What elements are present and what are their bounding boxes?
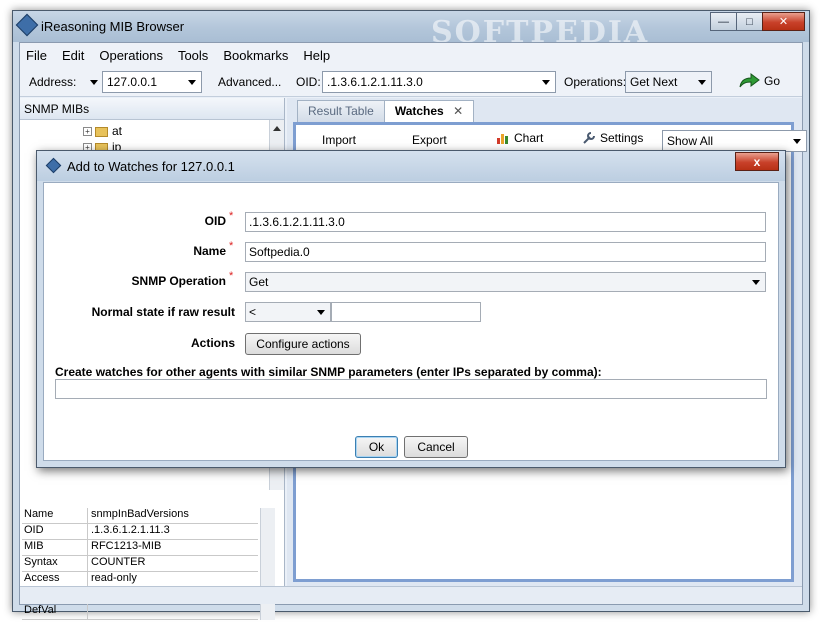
other-agents-field[interactable] — [55, 379, 767, 399]
table-row: Syntax COUNTER — [22, 556, 258, 572]
required-marker: * — [229, 270, 234, 282]
chevron-down-icon — [698, 80, 706, 85]
advanced-button[interactable]: Advanced... — [218, 75, 281, 89]
address-value: 127.0.0.1 — [107, 75, 158, 89]
snmp-operation-label: SNMP Operation — [131, 274, 226, 288]
cancel-button[interactable]: Cancel — [404, 436, 468, 458]
operations-label: Operations: — [564, 75, 627, 89]
name-field[interactable]: Softpedia.0 — [245, 242, 766, 262]
results-tabs: Result Table Watches ✕ — [297, 100, 475, 122]
close-icon[interactable]: ✕ — [762, 12, 805, 31]
table-row: MIB RFC1213-MIB — [22, 540, 258, 556]
chart-icon — [497, 134, 508, 144]
address-combo[interactable]: 127.0.0.1 — [102, 71, 202, 93]
normal-state-value-field[interactable] — [331, 302, 481, 322]
ok-button[interactable]: Ok — [355, 436, 398, 458]
folder-icon — [95, 126, 108, 137]
app-icon — [15, 13, 39, 37]
minimize-icon[interactable]: — — [710, 12, 737, 31]
maximize-icon[interactable]: □ — [736, 12, 763, 31]
dialog-body: OID * .1.3.6.1.2.1.11.3.0 Name * Softped… — [43, 182, 779, 461]
required-marker: * — [229, 240, 234, 252]
title-bar[interactable]: iReasoning MIB Browser SOFTPEDIA — □ ✕ — [13, 11, 809, 50]
operations-combo[interactable]: Get Next — [625, 71, 712, 93]
oid-field[interactable]: .1.3.6.1.2.1.11.3.0 — [245, 212, 766, 232]
close-tab-icon[interactable]: ✕ — [453, 104, 463, 118]
oid-label: OID: — [296, 75, 321, 89]
add-to-watches-dialog: Add to Watches for 127.0.0.1 x OID * .1.… — [36, 150, 786, 468]
tree-node-at[interactable]: + at — [83, 124, 122, 138]
chart-button[interactable]: Chart — [496, 131, 543, 145]
chevron-down-icon — [188, 80, 196, 85]
chevron-down-icon — [542, 80, 550, 85]
configure-actions-button[interactable]: Configure actions — [245, 333, 361, 355]
oid-value: .1.3.6.1.2.1.11.3.0 — [327, 75, 423, 89]
required-marker: * — [229, 210, 234, 222]
menu-bar: File Edit Operations Tools Bookmarks Hel… — [20, 43, 802, 67]
import-button[interactable]: Import — [322, 133, 356, 147]
dialog-title: Add to Watches for 127.0.0.1 — [67, 159, 235, 174]
caption-buttons: — □ ✕ — [710, 12, 805, 31]
mib-tree-header: SNMP MIBs — [20, 98, 284, 120]
filter-value: Show All — [667, 134, 714, 148]
snmp-operation-select[interactable]: Get — [245, 272, 766, 292]
menu-file[interactable]: File — [26, 48, 47, 63]
normal-state-operator-select[interactable]: < — [245, 302, 331, 322]
address-label: Address: — [29, 75, 77, 89]
normal-state-operator-value: < — [249, 305, 257, 319]
expand-icon[interactable]: + — [83, 127, 92, 137]
actions-label: Actions — [190, 336, 235, 350]
scroll-up-icon[interactable] — [273, 126, 281, 131]
name-field-label: Name — [193, 244, 226, 258]
address-history-icon[interactable] — [90, 80, 98, 85]
other-agents-label: Create watches for other agents with sim… — [55, 365, 602, 379]
export-button[interactable]: Export — [412, 133, 447, 147]
tab-result-table[interactable]: Result Table — [297, 100, 385, 122]
dialog-title-bar[interactable]: Add to Watches for 127.0.0.1 x — [37, 151, 785, 181]
go-label: Go — [764, 74, 781, 88]
table-row: Name snmpInBadVersions — [22, 508, 258, 524]
snmp-operation-value: Get — [249, 275, 269, 289]
toolbar: Address: 127.0.0.1 Advanced... OID: .1.3… — [20, 67, 802, 97]
table-row: DefVal — [22, 604, 258, 620]
table-row: OID .1.3.6.1.2.1.11.3 — [22, 524, 258, 540]
menu-operations[interactable]: Operations — [99, 48, 163, 63]
settings-button[interactable]: Settings — [582, 131, 643, 145]
window-title: iReasoning MIB Browser — [41, 19, 185, 34]
menu-help[interactable]: Help — [303, 48, 330, 63]
status-bar — [20, 586, 802, 604]
operations-value: Get Next — [630, 75, 678, 89]
wrench-icon — [583, 132, 595, 144]
normal-state-label: Normal state if raw result — [91, 305, 235, 319]
close-icon[interactable]: x — [735, 152, 779, 171]
go-arrow-icon — [739, 73, 760, 88]
menu-bookmarks[interactable]: Bookmarks — [223, 48, 288, 63]
chevron-down-icon — [317, 310, 325, 315]
filter-combo[interactable]: Show All — [662, 130, 807, 152]
menu-tools[interactable]: Tools — [178, 48, 208, 63]
oid-combo[interactable]: .1.3.6.1.2.1.11.3.0 — [322, 71, 556, 93]
go-button[interactable]: Go — [738, 72, 780, 90]
menu-edit[interactable]: Edit — [62, 48, 84, 63]
tab-watches[interactable]: Watches ✕ — [383, 100, 475, 122]
chevron-down-icon — [793, 139, 801, 144]
chevron-down-icon — [752, 280, 760, 285]
oid-field-label: OID — [204, 214, 226, 228]
app-icon — [45, 157, 62, 174]
